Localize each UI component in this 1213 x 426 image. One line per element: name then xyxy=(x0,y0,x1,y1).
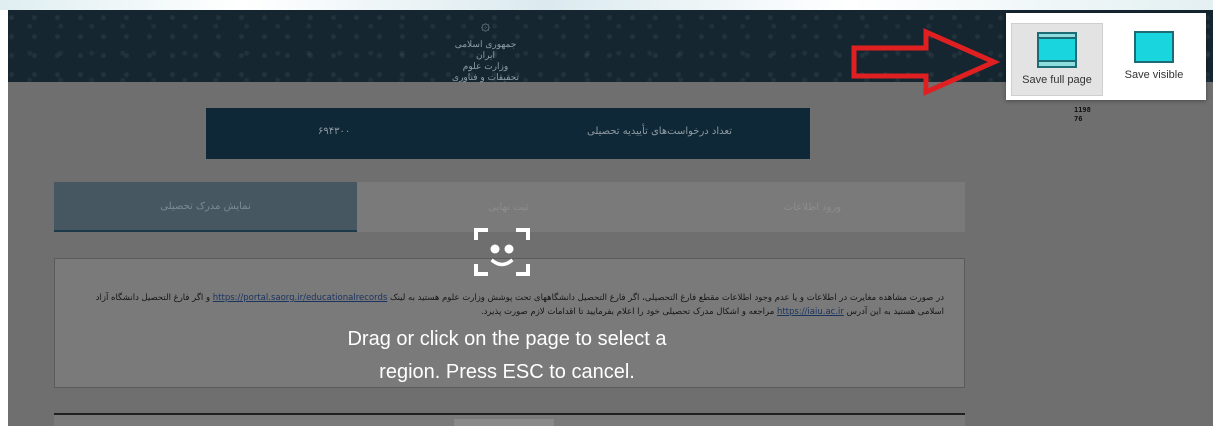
notice-link-portal[interactable]: https://portal.saorg.ir/educationalrecor… xyxy=(213,293,388,303)
save-visible-button[interactable]: Save visible xyxy=(1107,23,1201,96)
full-page-icon xyxy=(1037,32,1077,68)
notice-text-part1: در صورت مشاهده مغایرت در اطلاعات و یا عد… xyxy=(389,293,944,303)
top-watermark xyxy=(0,0,1213,10)
notice-link-azad[interactable]: https://iaiu.ac.ir xyxy=(777,307,844,317)
emblem-icon: ۞ xyxy=(480,15,491,34)
side-number: 76 xyxy=(1074,115,1083,123)
save-visible-label: Save visible xyxy=(1124,69,1184,81)
tab-show-certificate[interactable]: نمایش مدرک تحصیلی xyxy=(54,182,357,232)
red-arrow-annotation xyxy=(851,28,1000,96)
request-count-value: ۶۹۴۳۰۰ xyxy=(318,126,351,137)
request-count-card: ۶۹۴۳۰۰ تعداد درخواست‌های تأییدیه تحصیلی xyxy=(206,108,810,159)
capture-instructions: Drag or click on the page to select a re… xyxy=(292,323,722,389)
request-count-label: تعداد درخواست‌های تأییدیه تحصیلی xyxy=(587,126,732,137)
bottom-button[interactable] xyxy=(454,419,554,426)
save-full-page-button[interactable]: Save full page xyxy=(1011,23,1103,96)
screenshot-popup: Save full page Save visible xyxy=(1006,13,1206,100)
capture-instructions-line1: Drag or click on the page to select a xyxy=(347,328,667,350)
tab-label: نمایش مدرک تحصیلی xyxy=(160,200,251,212)
visible-area-icon xyxy=(1134,31,1174,63)
logo-text: جمهوری اسلامی ایران وزارت علوم تحقیقات و… xyxy=(448,40,523,84)
logo-line-1: جمهوری اسلامی ایران xyxy=(454,40,517,61)
notice-text-part3: مراجعه و اشکال مدرک تحصیلی خود را اعلام … xyxy=(480,307,775,317)
capture-face-icon xyxy=(474,228,530,276)
bottom-panel xyxy=(54,413,965,426)
logo-line-2: وزارت علوم تحقیقات و فناوری xyxy=(452,62,519,83)
side-number: 1198 xyxy=(1074,106,1091,114)
tab-label: ثبت نهایی xyxy=(488,201,529,213)
save-full-page-label: Save full page xyxy=(1022,74,1092,86)
tab-label: ورود اطلاعات xyxy=(783,201,842,213)
tab-enter-info[interactable]: ورود اطلاعات xyxy=(660,182,965,232)
capture-instructions-line2: region. Press ESC to cancel. xyxy=(379,361,635,383)
notice-text: در صورت مشاهده مغایرت در اطلاعات و یا عد… xyxy=(74,291,944,319)
side-numbers: 1198 76 xyxy=(1074,106,1091,124)
ministry-logo[interactable]: ۞ جمهوری اسلامی ایران وزارت علوم تحقیقات… xyxy=(448,15,523,84)
